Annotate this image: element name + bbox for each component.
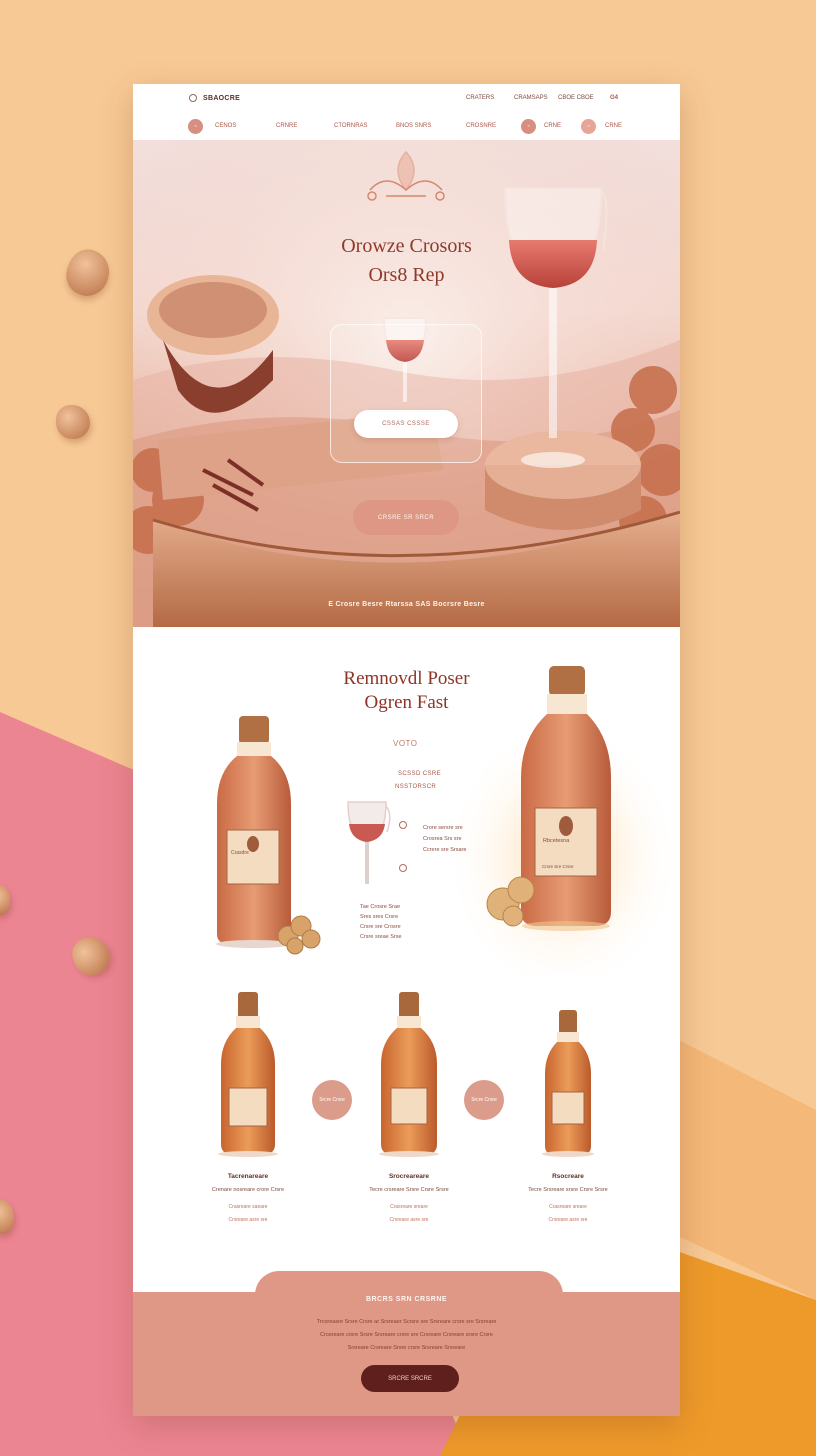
top-link-1[interactable]: CRATERS (466, 95, 494, 101)
footer (133, 1292, 680, 1416)
right-bottle-sublabel: Crsre Sre Crsre (542, 864, 574, 869)
product-badge-2[interactable]: Srcre Crsre (464, 1080, 504, 1120)
decorative-nut (56, 405, 90, 439)
featured-label-2: NSSTORSCR (395, 784, 437, 790)
user-icon[interactable]: ◦ (581, 119, 596, 134)
product-bottle-2 (379, 992, 439, 1157)
product-meta-1a: Crasreare saeare (228, 1204, 268, 1210)
featured-illustration (216, 666, 680, 974)
product-meta-2a: Crasreare sreare (390, 1204, 428, 1210)
product-bottle-3 (542, 1010, 594, 1157)
nav-item-1[interactable]: CENOS (215, 123, 236, 129)
product-bottle-1 (218, 992, 278, 1157)
right-bottle-label: Rbcetesna (543, 838, 570, 844)
footer-text-3: Srsreare Crsreare Srsre crsre Srsreare S… (347, 1345, 466, 1351)
footer-title: BRCRS SRN CRSRNE (365, 1296, 448, 1303)
product-name-2[interactable]: Srocreareare (354, 1173, 464, 1180)
featured-desc-right-2: Crosrea Srs sre (423, 836, 462, 842)
nav-item-3[interactable]: CTORNRAS (334, 123, 368, 129)
nav-item-2[interactable]: CRNRE (276, 123, 297, 129)
product-desc-3: Tecre Srsreare srsre Crsre Srsre (528, 1187, 608, 1193)
product-meta-1b: Crsreare asre sre (228, 1217, 268, 1223)
hero-glass-card (330, 324, 482, 463)
product-desc-1: Crenare nosreare crore Crsre (211, 1187, 285, 1193)
logo[interactable]: SBAOCRE (189, 94, 240, 102)
hero-secondary-button[interactable]: CRSRE SR SRCR (353, 500, 459, 535)
nav-item-6[interactable]: CRNE (544, 123, 561, 129)
nav-item-4[interactable]: BNOS SNRS (396, 123, 431, 129)
product-meta-3a: Crasreare sreare (549, 1204, 587, 1210)
featured-desc-left-3: Crsre sre Crosre (360, 924, 401, 930)
hero-caption: E Crosre Besre Rtarssa SAS Bocrsre Besre (328, 601, 485, 608)
products-illustration (218, 992, 594, 1157)
product-name-3[interactable]: Rsocreare (513, 1173, 623, 1180)
footer-text-1: Trcoreasre Srsre Crsre ar Srsreaer Scrsr… (316, 1319, 497, 1325)
featured-desc-right-3: Ccrere sre Srsare (423, 847, 467, 853)
featured-desc-right-1: Crore sersre sre (423, 825, 463, 831)
hero-title-line-2: Ors8 Rep (368, 264, 445, 286)
featured-desc-left-2: Sres sres Crsre (360, 914, 399, 920)
option-radio-2[interactable] (399, 864, 407, 872)
footer-text-2: Crosreare crsre Srsre Srsreare crsre sre… (320, 1332, 493, 1338)
featured-desc-left-1: Tae Crosre Srae (360, 904, 401, 910)
home-icon[interactable]: ◦ (188, 119, 203, 134)
hero-title-line-1: Orowze Crosors (341, 235, 472, 257)
top-link-3[interactable]: CBOE CBOE (558, 95, 594, 101)
product-meta-2b: Crsreare asre sre (389, 1217, 429, 1223)
product-badge-1[interactable]: Srcre Crsre (312, 1080, 352, 1120)
logo-text: SBAOCRE (203, 94, 241, 102)
nav-item-7[interactable]: CRNE (605, 123, 622, 129)
footer-button[interactable]: SRCRE SRCRE (361, 1365, 459, 1392)
featured-label-1: SCSSD CSRE (398, 771, 442, 777)
hero-section: Orowze Crosors Ors8 Rep CSSAS CSSSE CRSR… (133, 140, 680, 627)
product-desc-2: Tecre crsreare Srsre Crsre Srsre (369, 1187, 449, 1193)
cart-icon[interactable]: ◦ (521, 119, 536, 134)
web-page: SBAOCRE CRATERS CRAMSAPS CBOE CBOE G4 ◦ … (133, 84, 680, 1416)
product-name-1[interactable]: Tacrenareare (193, 1173, 303, 1180)
logo-icon (189, 94, 197, 102)
featured-desc-left-4: Crsre sreae Srse (360, 934, 402, 940)
nav-item-5[interactable]: CROSNRE (466, 123, 496, 129)
hero-title: Orowze Crosors Ors8 Rep (133, 232, 680, 290)
account-link[interactable]: G4 (610, 95, 618, 101)
product-meta-3b: Crsreare asre sre (548, 1217, 588, 1223)
option-radio-1[interactable] (399, 821, 407, 829)
top-link-2[interactable]: CRAMSAPS (514, 95, 548, 101)
hero-primary-button[interactable]: CSSAS CSSSE (354, 410, 458, 438)
left-bottle-label: Crasdre (231, 850, 249, 856)
